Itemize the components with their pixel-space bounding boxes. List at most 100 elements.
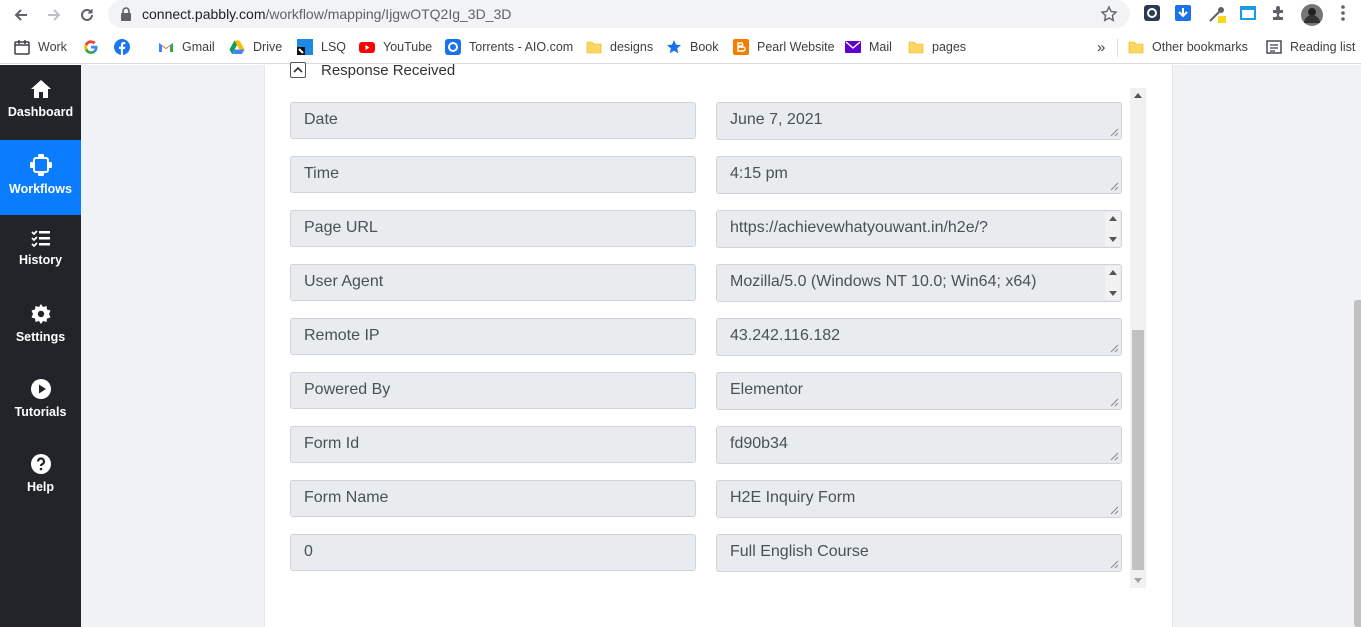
field-row: Remote IP 43.242.116.182 [290,318,1122,356]
panel-scrollbar[interactable] [1130,88,1146,588]
field-value[interactable]: fd90b34 [716,426,1122,464]
address-bar[interactable]: connect.pabbly.com/workflow/mapping/Ijgw… [108,0,1130,28]
reading-list[interactable]: Reading list [1266,38,1355,56]
field-value[interactable]: Elementor [716,372,1122,410]
field-key: Form Name [290,480,696,517]
field-value[interactable]: 43.242.116.182 [716,318,1122,356]
bookmarks-overflow-button[interactable]: » [1097,38,1105,56]
kebab-menu-icon[interactable] [1334,4,1354,24]
bookmarks-bar: Work Gmail Drive LSQ YouTube Torrents - … [0,30,1361,64]
lsq-icon [297,39,313,55]
bookmark-torrents[interactable]: Torrents - AIO.com [445,38,573,56]
field-row: Form Id fd90b34 [290,426,1122,464]
field-key: User Agent [290,264,696,301]
page-scrollbar-thumb[interactable] [1354,300,1361,627]
field-value[interactable]: June 7, 2021 [716,102,1122,140]
back-arrow-icon[interactable] [9,3,33,27]
workflow-icon [29,154,52,176]
extensions-puzzle-icon[interactable] [1270,4,1290,24]
textarea-scrollbar[interactable] [1105,266,1120,300]
field-key: Form Id [290,426,696,463]
browser-toolbar: connect.pabbly.com/workflow/mapping/Ijgw… [0,0,1361,30]
folder-icon [586,39,602,55]
gmail-icon [158,39,174,55]
field-key: Date [290,102,696,139]
sidebar-item-workflows[interactable]: Workflows [0,140,81,215]
bookmark-drive[interactable]: Drive [229,38,282,56]
bookmark-pages[interactable]: pages [908,38,966,56]
folder-icon [1128,39,1144,55]
bookmark-book[interactable]: Book [666,38,719,56]
field-value[interactable]: 4:15 pm [716,156,1122,194]
scroll-down-arrow-icon[interactable] [1134,578,1142,583]
help-circle-icon [30,454,51,474]
scrollbar-thumb[interactable] [1132,330,1144,570]
field-value[interactable]: H2E Inquiry Form [716,480,1122,518]
field-value[interactable]: Full English Course [716,534,1122,572]
extension-vpn-icon[interactable] [1143,4,1163,24]
star-icon [666,39,682,55]
other-bookmarks[interactable]: Other bookmarks [1128,38,1248,56]
bookmark-google[interactable] [83,38,107,56]
play-circle-icon [30,379,51,399]
resize-grip-icon[interactable] [1110,506,1119,515]
sidebar-item-tutorials[interactable]: Tutorials [0,365,81,440]
field-key: Powered By [290,372,696,409]
google-icon [83,39,99,55]
calendar-icon [14,39,30,55]
bookmark-pearl-website[interactable]: Pearl Website [733,38,835,56]
bookmark-star-icon[interactable] [1100,5,1118,28]
field-row: Form Name H2E Inquiry Form [290,480,1122,518]
bookmark-designs[interactable]: designs [586,38,653,56]
app-sidebar: Dashboard Workflows History Settings Tut… [0,65,81,627]
extension-eyedropper-icon[interactable] [1207,4,1227,24]
url-text: connect.pabbly.com/workflow/mapping/Ijgw… [142,6,512,22]
field-key: Remote IP [290,318,696,355]
field-value[interactable]: Mozilla/5.0 (Windows NT 10.0; Win64; x64… [716,264,1122,302]
resize-grip-icon[interactable] [1110,560,1119,569]
resize-grip-icon[interactable] [1110,452,1119,461]
chevron-up-icon[interactable] [290,62,306,78]
response-received-header[interactable]: Response Received [290,60,455,80]
resize-grip-icon[interactable] [1110,398,1119,407]
bookmark-lsq[interactable]: LSQ [297,38,346,56]
sidebar-item-dashboard[interactable]: Dashboard [0,65,81,140]
bookmark-gmail[interactable]: Gmail [158,38,215,56]
field-row: User Agent Mozilla/5.0 (Windows NT 10.0;… [290,264,1122,302]
resize-grip-icon[interactable] [1110,344,1119,353]
bookmark-youtube[interactable]: YouTube [359,38,432,56]
field-row: 0 Full English Course [290,534,1122,572]
forward-arrow-icon[interactable] [42,3,66,27]
resize-grip-icon[interactable] [1110,128,1119,137]
youtube-icon [359,39,375,55]
blogger-icon [733,39,749,55]
history-list-icon [30,229,51,247]
extension-window-icon[interactable] [1239,4,1259,24]
lock-icon [120,7,132,26]
field-row: Powered By Elementor [290,372,1122,410]
resize-grip-icon[interactable] [1110,182,1119,191]
field-row: Date June 7, 2021 [290,102,1122,140]
field-row: Page URL https://achievewhatyouwant.in/h… [290,210,1122,248]
scroll-up-arrow-icon[interactable] [1134,93,1142,98]
facebook-icon [114,39,130,55]
sidebar-item-history[interactable]: History [0,215,81,290]
profile-avatar[interactable] [1301,4,1323,26]
textarea-scrollbar[interactable] [1105,212,1120,246]
bookmark-work[interactable]: Work [14,38,67,56]
folder-icon [908,39,924,55]
torrents-icon [445,39,461,55]
field-key: Time [290,156,696,193]
bookmark-mail[interactable]: Mail [845,38,892,56]
field-key: 0 [290,534,696,571]
field-row: Time 4:15 pm [290,156,1122,194]
bookmarks-divider [1117,39,1118,57]
field-value[interactable]: https://achievewhatyouwant.in/h2e/? [716,210,1122,248]
home-icon [30,79,52,99]
bookmark-facebook[interactable] [114,38,138,56]
sidebar-item-settings[interactable]: Settings [0,290,81,365]
sidebar-item-help[interactable]: Help [0,440,81,515]
field-key: Page URL [290,210,696,247]
extension-download-icon[interactable] [1174,4,1194,24]
reload-icon[interactable] [75,3,99,27]
